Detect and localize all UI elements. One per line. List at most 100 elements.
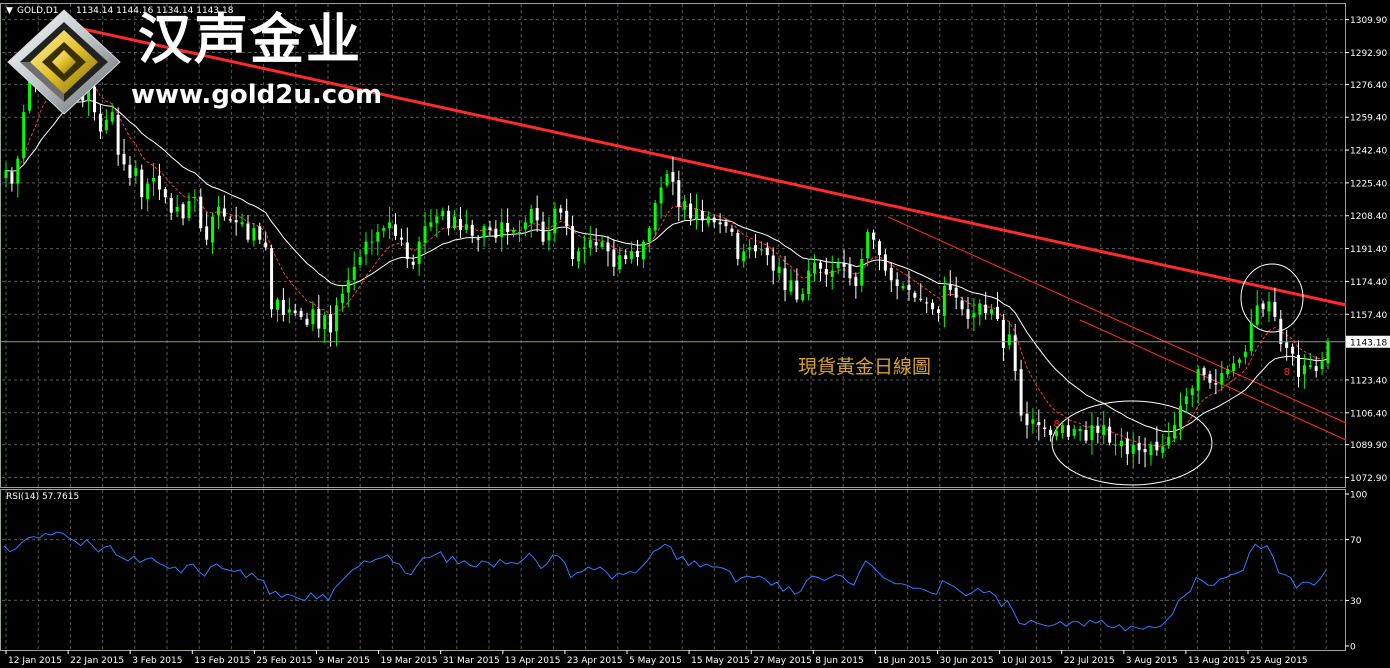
rsi-tick-label: 100	[1350, 491, 1367, 501]
candle-bull	[665, 174, 669, 186]
bottom-ellipse-marker	[1051, 400, 1213, 486]
candle-bull	[523, 222, 527, 230]
candle-bear	[1155, 441, 1159, 451]
candle-bear	[1001, 319, 1005, 348]
candle-bull	[866, 231, 870, 259]
candle-bull	[1226, 369, 1230, 375]
x-tick-label: 19 Mar 2015	[381, 656, 438, 666]
candle-bull	[323, 315, 327, 330]
x-tick-label: 25 Feb 2015	[256, 656, 312, 666]
candle-bull	[382, 228, 386, 231]
candle-bull	[813, 262, 817, 274]
candle-bull	[346, 280, 350, 293]
candle-bull	[1190, 388, 1194, 396]
ma-slow-line	[5, 99, 1329, 433]
candle-bull	[901, 286, 905, 289]
x-tick-label: 5 May 2015	[629, 656, 682, 666]
y-tick-label: 1106.40	[1350, 409, 1387, 419]
candle-bull	[417, 241, 421, 264]
candle-bull	[1173, 425, 1177, 439]
candle-bull	[340, 293, 344, 304]
candle-bull	[777, 266, 781, 273]
candle-bull	[1255, 305, 1259, 325]
candle-bear	[98, 113, 102, 132]
candle-bear	[724, 221, 728, 227]
candle-bull	[582, 247, 586, 249]
candle-bear	[612, 249, 616, 267]
candle-bear	[405, 242, 409, 260]
candle-bear	[1273, 301, 1277, 317]
current-price-label: 1143.18	[1350, 338, 1387, 348]
candle-bull	[1184, 396, 1188, 405]
x-tick-label: 22 Jul 2015	[1064, 656, 1115, 666]
candle-bear	[10, 172, 14, 184]
candle-bull	[836, 262, 840, 269]
candle-bear	[635, 250, 639, 258]
candle-bull	[830, 270, 834, 277]
candle-bull	[1302, 365, 1306, 375]
candle-bear	[877, 241, 881, 256]
candle-bull	[759, 249, 763, 251]
brand-url: www.gold2u.com	[131, 80, 383, 110]
candle-bear	[712, 217, 716, 223]
candle-bull	[441, 210, 445, 217]
candle-bull	[110, 112, 114, 122]
candle-bull	[641, 241, 645, 260]
candle-bear	[1143, 448, 1147, 453]
x-tick-label: 13 Feb 2015	[194, 656, 250, 666]
candle-bear	[889, 268, 893, 281]
rsi-tick-label: 30	[1350, 597, 1362, 607]
candle-bull	[211, 216, 215, 243]
candle-bull	[429, 222, 433, 227]
candle-bull	[742, 251, 746, 262]
candle-bear	[1208, 374, 1212, 383]
y-tick-label: 1072.90	[1350, 474, 1387, 484]
candle-bull	[618, 255, 622, 270]
candle-bear	[116, 114, 120, 155]
candle-bear	[1108, 426, 1112, 443]
x-tick-label: 27 May 2015	[753, 656, 812, 666]
candle-bull	[1078, 429, 1082, 432]
candle-bear	[541, 221, 545, 242]
candle-bull	[1031, 419, 1035, 424]
dropdown-arrow-icon[interactable]: ▼	[6, 6, 13, 16]
x-tick-label: 13 Apr 2015	[505, 656, 561, 666]
main-panel-frame	[0, 3, 1346, 488]
candle-bull	[695, 208, 699, 220]
candle-bull	[1131, 444, 1135, 454]
candle-bear	[954, 287, 958, 298]
candle-bull	[464, 224, 468, 230]
candle-bull	[990, 309, 994, 314]
candle-bull	[512, 230, 516, 233]
candle-bear	[1066, 425, 1070, 437]
candle-bear	[783, 268, 787, 290]
y-tick-label: 1276.40	[1350, 81, 1387, 91]
candle-bull	[500, 222, 504, 238]
candle-bull	[653, 202, 657, 231]
candle-bull	[1167, 436, 1171, 446]
candle-bear	[488, 227, 492, 231]
candle-bear	[264, 242, 268, 248]
candle-bull	[275, 299, 279, 310]
candle-bull	[659, 187, 663, 204]
candle-bull	[978, 303, 982, 315]
rsi-label: RSI(14) 57.7615	[6, 492, 79, 502]
candle-bear	[960, 300, 964, 310]
candle-bull	[1326, 341, 1330, 364]
candle-bull	[187, 201, 191, 218]
candle-bear	[718, 222, 722, 225]
x-tick-label: 31 Mar 2015	[443, 656, 500, 666]
candle-bear	[1084, 430, 1088, 441]
y-tick-label: 1174.40	[1350, 278, 1387, 288]
candle-bear	[270, 247, 274, 310]
candle-bear	[163, 189, 167, 198]
x-tick-label: 3 Feb 2015	[132, 656, 182, 666]
candle-bull	[1090, 425, 1094, 441]
candle-bull	[4, 170, 8, 178]
symbol-label: GOLD,D1	[17, 6, 59, 16]
x-tick-label: 30 Jun 2015	[940, 656, 994, 666]
rsi-panel-frame	[0, 489, 1346, 651]
candle-bull	[1072, 429, 1076, 436]
candle-bull	[517, 231, 521, 233]
candle-bear	[931, 302, 935, 310]
